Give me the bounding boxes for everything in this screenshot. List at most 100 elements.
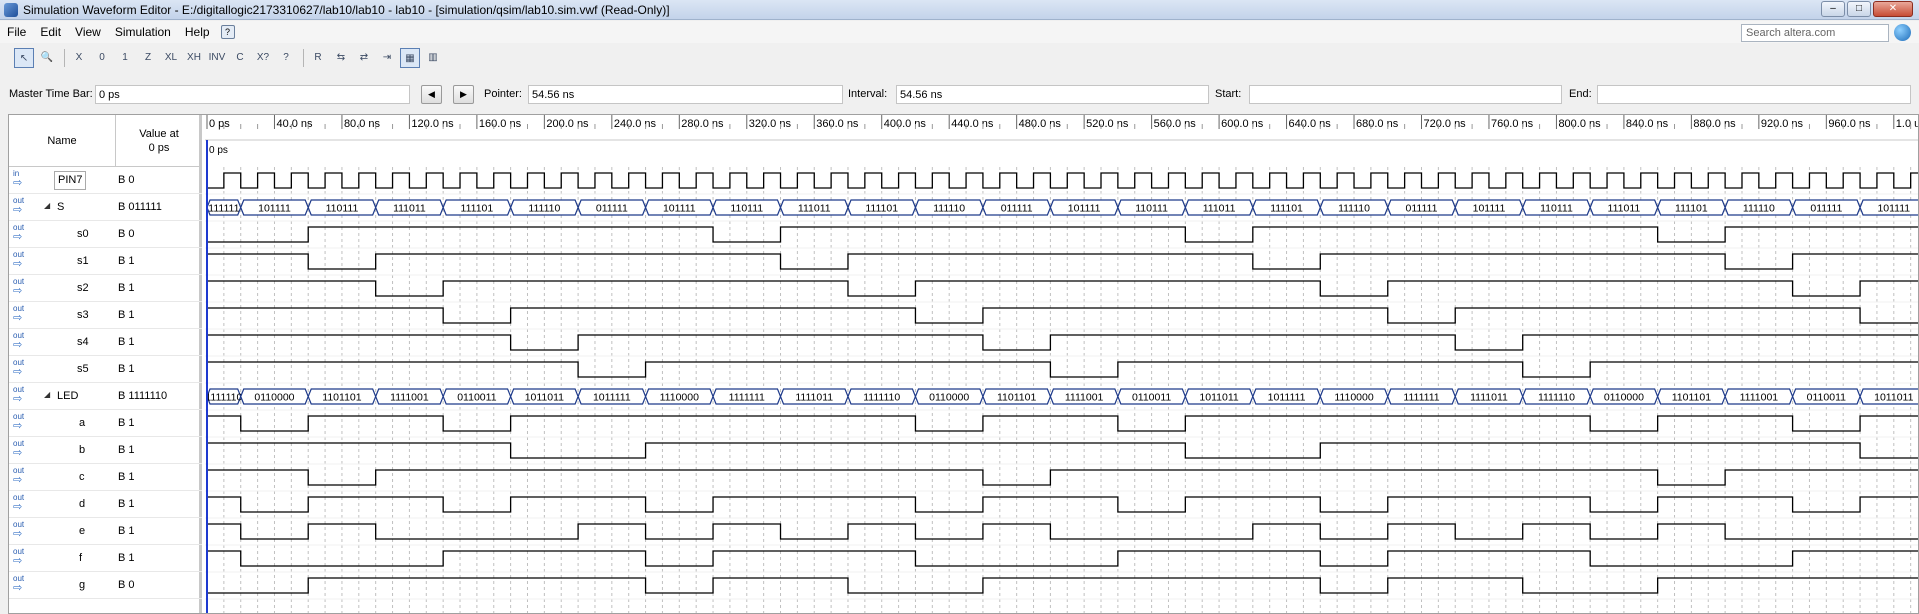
- signal-value: B 011111: [118, 201, 162, 213]
- toolbar-tool-9-icon[interactable]: C: [230, 48, 250, 68]
- master-time-bar-field[interactable]: 0 ps: [95, 85, 410, 104]
- toolbar-tool-1-icon[interactable]: 🔍: [37, 48, 57, 68]
- toolbar-tool-16-icon[interactable]: ▦: [400, 48, 420, 68]
- bus-value-label: 0110000: [254, 392, 294, 404]
- signal-row-s1[interactable]: out ⇨ s1 B 1: [9, 248, 202, 275]
- toolbar-tool-0-icon[interactable]: ↖: [14, 48, 34, 68]
- signal-row-f[interactable]: out ⇨ f B 1: [9, 545, 202, 572]
- toolbar-separator: [64, 49, 65, 67]
- signal-value: B 1: [118, 336, 135, 348]
- bus-value-label: 110111: [326, 203, 359, 215]
- toolbar-tool-2-icon[interactable]: X: [69, 48, 89, 68]
- expand-toggle-icon[interactable]: ◢: [44, 201, 50, 210]
- signal-row-b[interactable]: out ⇨ b B 1: [9, 437, 202, 464]
- signal-row-d[interactable]: out ⇨ d B 1: [9, 491, 202, 518]
- ruler-tick-label: 440.0 ns: [951, 118, 994, 130]
- value-header-line1: Value at: [139, 127, 179, 140]
- signal-name: e: [79, 525, 86, 537]
- bus-value-label: 111110: [528, 203, 560, 215]
- bus-value-label: 1111001: [1740, 392, 1779, 404]
- menu-file[interactable]: File: [0, 25, 33, 39]
- menu-bar: File Edit View Simulation Help ?: [0, 21, 1919, 43]
- toolbar-tool-14-icon[interactable]: ⇄: [354, 48, 374, 68]
- waveform-area[interactable]: 0 ps 40.0 ns 80.0 ns 120.0 ns 160.0 ns 200.0 …: [205, 115, 1919, 614]
- signal-row-c[interactable]: out ⇨ c B 1: [9, 464, 202, 491]
- maximize-button[interactable]: □: [1847, 1, 1871, 17]
- bus-value-label: 1011011: [1199, 392, 1238, 404]
- minimize-button[interactable]: –: [1821, 1, 1845, 17]
- bus-value-label: 111110: [1338, 203, 1370, 215]
- toolbar-tool-12-icon[interactable]: R: [308, 48, 328, 68]
- signal-waveform-g: [207, 577, 1918, 594]
- ruler-tick-label: 120.0 ns: [411, 118, 454, 130]
- toolbar-tool-3-icon[interactable]: 0: [92, 48, 112, 68]
- signal-value: B 1: [118, 363, 135, 375]
- signal-row-S[interactable]: out ⇨ ◢ S B 011111: [9, 194, 202, 221]
- bus-value-label: 1011011: [1874, 392, 1913, 404]
- pointer-label: Pointer:: [484, 88, 522, 100]
- menu-help[interactable]: Help: [178, 25, 217, 39]
- bus-value-label: 011111: [1810, 203, 1842, 215]
- signal-name: s0: [77, 228, 89, 240]
- previous-transition-button[interactable]: ◀: [421, 85, 442, 104]
- ruler-tick-label: 640.0 ns: [1289, 118, 1332, 130]
- bus-value-label: 1111110: [205, 392, 242, 404]
- toolbar-tool-11-icon[interactable]: ?: [276, 48, 296, 68]
- signal-name: s2: [77, 282, 89, 294]
- signal-value: B 1: [118, 444, 135, 456]
- bus-value-label: 101111: [1877, 203, 1910, 215]
- next-transition-button[interactable]: ▶: [453, 85, 474, 104]
- expand-toggle-icon[interactable]: ◢: [44, 390, 50, 399]
- signal-row-s3[interactable]: out ⇨ s3 B 1: [9, 302, 202, 329]
- search-input[interactable]: Search altera.com: [1741, 24, 1889, 42]
- signal-row-s4[interactable]: out ⇨ s4 B 1: [9, 329, 202, 356]
- signal-row-e[interactable]: out ⇨ e B 1: [9, 518, 202, 545]
- signal-waveform-f: [207, 550, 1918, 567]
- name-column-header[interactable]: Name: [9, 115, 116, 167]
- close-button[interactable]: ✕: [1873, 1, 1913, 17]
- bus-value-label: 101111: [1068, 203, 1101, 215]
- ruler-tick-label: 760.0 ns: [1491, 118, 1534, 130]
- signal-value: B 1111110: [118, 390, 168, 402]
- waveform-canvas[interactable]: 0 ps 40.0 ns 80.0 ns 120.0 ns 160.0 ns 200.0 …: [205, 115, 1919, 614]
- value-column-header[interactable]: Value at 0 ps: [116, 115, 202, 167]
- signal-name: LED: [57, 390, 79, 402]
- signal-waveform-s0: [207, 226, 1918, 243]
- bus-value-label: 111011: [1203, 203, 1236, 215]
- toolbar-tool-10-icon[interactable]: X?: [253, 48, 273, 68]
- signal-row-s0[interactable]: out ⇨ s0 B 0: [9, 221, 202, 248]
- signal-row-s5[interactable]: out ⇨ s5 B 1: [9, 356, 202, 383]
- bus-value-label: 1111001: [390, 392, 429, 404]
- bus-value-label: 1101101: [322, 392, 361, 404]
- menu-edit[interactable]: Edit: [33, 25, 68, 39]
- toolbar-tool-6-icon[interactable]: XL: [161, 48, 181, 68]
- pointer-field: 54.56 ns: [528, 85, 843, 104]
- ruler-tick-label: 680.0 ns: [1356, 118, 1399, 130]
- start-field[interactable]: [1249, 85, 1562, 104]
- toolbar-tool-8-icon[interactable]: INV: [207, 48, 227, 68]
- bus-value-label: 1111110: [1538, 392, 1575, 404]
- menu-view[interactable]: View: [68, 25, 108, 39]
- toolbar-tool-7-icon[interactable]: XH: [184, 48, 204, 68]
- ruler-tick-label: 40.0 ns: [276, 118, 313, 130]
- signal-row-g[interactable]: out ⇨ g B 0: [9, 572, 202, 599]
- bus-value-label: 1111011: [1470, 392, 1508, 404]
- signal-row-PIN7[interactable]: in ⇨ PIN7 B 0: [9, 167, 202, 194]
- toolbar-tool-17-icon[interactable]: ▥: [423, 48, 443, 68]
- bus-value-label: 111011: [1608, 203, 1641, 215]
- bus-value-label: 011111: [1406, 203, 1438, 215]
- window-controls: – □ ✕: [1821, 1, 1913, 17]
- toolbar-tool-5-icon[interactable]: Z: [138, 48, 158, 68]
- menu-simulation[interactable]: Simulation: [108, 25, 178, 39]
- signal-row-a[interactable]: out ⇨ a B 1: [9, 410, 202, 437]
- end-field[interactable]: [1597, 85, 1911, 104]
- signal-row-LED[interactable]: out ⇨ ◢ LED B 1111110: [9, 383, 202, 410]
- help-icon[interactable]: ?: [220, 25, 235, 39]
- cursor-label: 0 ps: [209, 145, 228, 156]
- toolbar-tool-13-icon[interactable]: ⇆: [331, 48, 351, 68]
- signal-row-s2[interactable]: out ⇨ s2 B 1: [9, 275, 202, 302]
- globe-icon[interactable]: [1894, 24, 1911, 41]
- toolbar-tool-4-icon[interactable]: 1: [115, 48, 135, 68]
- bus-value-label: 011111: [596, 203, 628, 215]
- toolbar-tool-15-icon[interactable]: ⇥: [377, 48, 397, 68]
